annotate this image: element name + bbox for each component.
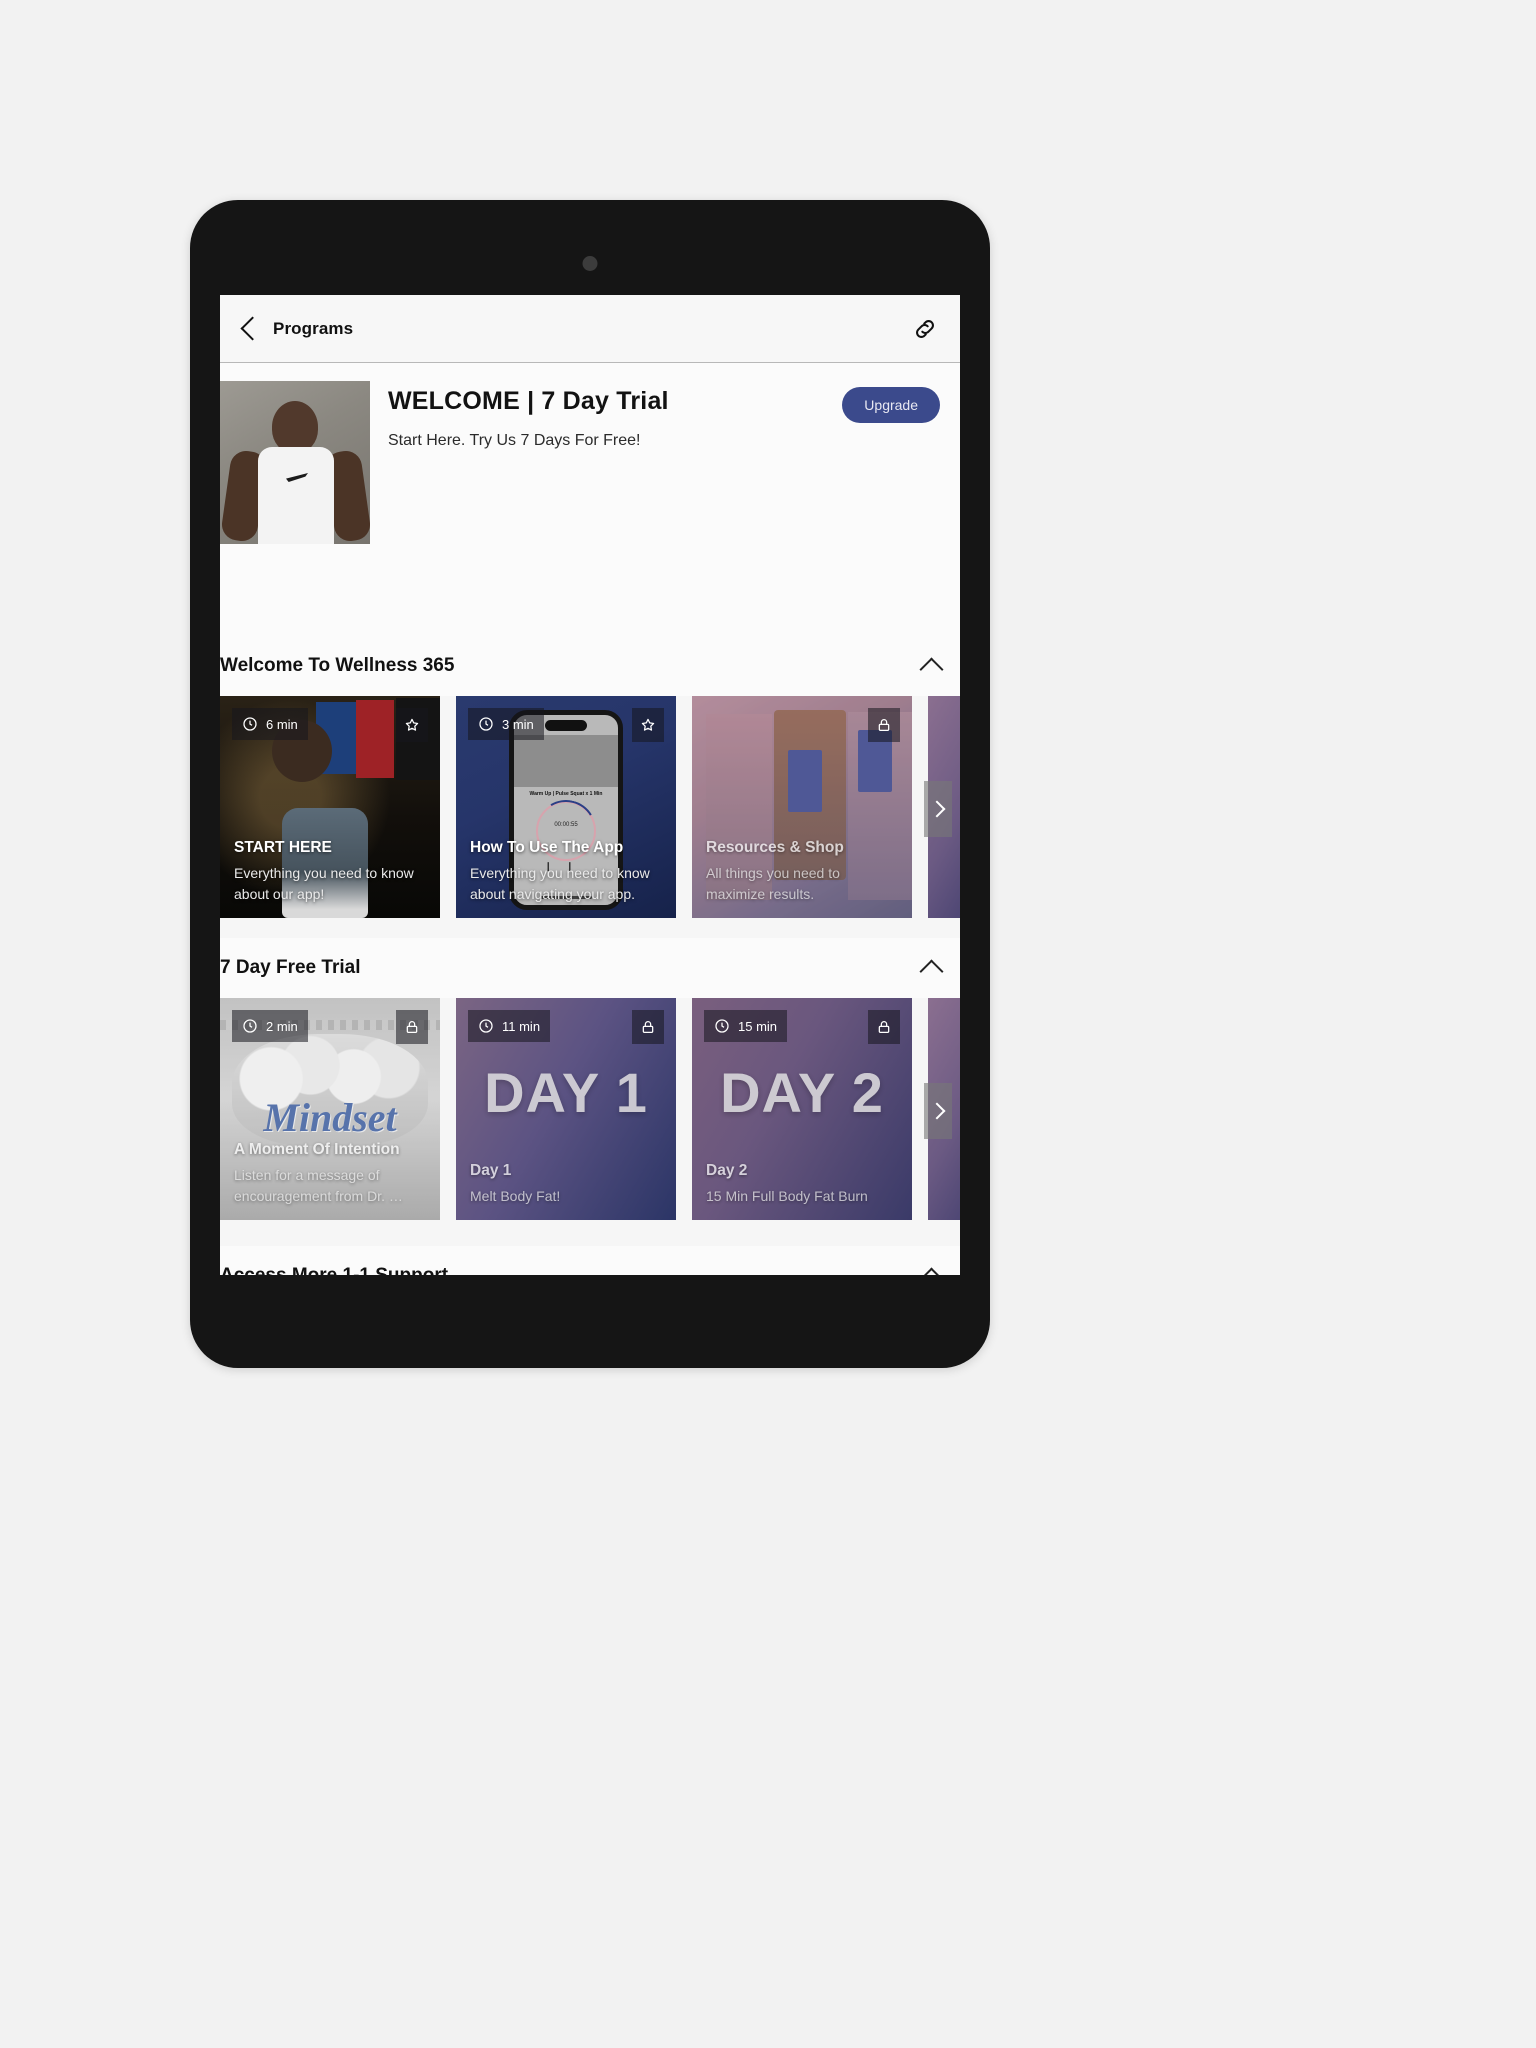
- clock-icon: [715, 1019, 729, 1033]
- duration-text: 6 min: [266, 716, 298, 732]
- nav-title: Programs: [273, 318, 354, 338]
- card-title: How To Use The App: [470, 839, 624, 857]
- section-header-welcome-to-wellness-365[interactable]: Welcome To Wellness 365: [220, 636, 960, 696]
- star-icon: [641, 718, 655, 731]
- page-title: WELCOME | 7 Day Trial: [388, 387, 669, 415]
- favorite-badge[interactable]: [632, 708, 664, 742]
- section-title: Welcome To Wellness 365: [220, 655, 455, 676]
- card-title: Resources & Shop: [706, 839, 844, 857]
- hero-spacer: [220, 544, 960, 636]
- duration-badge: 3 min: [468, 708, 544, 740]
- back-button[interactable]: Programs: [240, 316, 354, 341]
- card-rail-wrapper: Mindset 2 min A Moment Of Intention List…: [220, 998, 960, 1224]
- duration-badge: 15 min: [704, 1010, 788, 1042]
- card-subtitle: All things you need to maximize results.: [706, 865, 840, 902]
- lock-icon: [642, 1021, 654, 1033]
- clock-icon: [479, 717, 493, 731]
- lock-badge: [632, 1010, 664, 1044]
- card-subtitle: 15 Min Full Body Fat Burn: [706, 1187, 868, 1204]
- card-a-moment-of-intention[interactable]: Mindset 2 min A Moment Of Intention List…: [220, 998, 440, 1220]
- front-camera: [582, 256, 598, 271]
- card-badges: 6 min: [232, 708, 428, 742]
- chevron-left-icon: [240, 316, 265, 341]
- duration-text: 15 min: [738, 1018, 778, 1034]
- card-rail-wrapper: 6 min START HERE Everything you need to …: [220, 696, 960, 922]
- duration-text: 3 min: [502, 716, 534, 732]
- lock-icon: [878, 1021, 890, 1033]
- card-title: Day 2: [706, 1161, 748, 1179]
- duration-badge: 6 min: [232, 708, 308, 740]
- thumbnail-art: [258, 447, 334, 544]
- rail-next-button-section-2[interactable]: [924, 1083, 952, 1139]
- app-screen: Programs WELCOME | 7 Day Trial Start Her…: [220, 295, 960, 1275]
- card-caption: Resources & Shop All things you need to …: [706, 839, 898, 904]
- chevron-up-icon[interactable]: [919, 958, 944, 984]
- clock-icon: [479, 1019, 493, 1033]
- section-header-access-more-1-1-support[interactable]: Access More 1-1 Support: [220, 1246, 960, 1275]
- card-subtitle: Everything you need to know about naviga…: [470, 865, 650, 902]
- card-badges: 11 min: [468, 1010, 664, 1044]
- duration-text: 11 min: [502, 1018, 541, 1034]
- card-rail[interactable]: 6 min START HERE Everything you need to …: [220, 696, 960, 922]
- card-subtitle: Listen for a message of encouragement fr…: [234, 1167, 403, 1204]
- link-icon[interactable]: [912, 316, 938, 342]
- thumbnail-art: [272, 401, 318, 453]
- artwork-text: DAY 2: [720, 1061, 884, 1124]
- favorite-badge[interactable]: [396, 708, 428, 742]
- lock-icon: [878, 719, 890, 731]
- card-title: A Moment Of Intention: [234, 1141, 400, 1159]
- top-navigation-bar: Programs: [220, 295, 960, 363]
- card-day-2[interactable]: DAY 2 15 min Day 2 15 Min Full Body Fat …: [692, 998, 912, 1220]
- section-title: 7 Day Free Trial: [220, 957, 361, 978]
- card-title: Day 1: [470, 1161, 512, 1179]
- card-badges: [704, 708, 900, 742]
- card-caption: A Moment Of Intention Listen for a messa…: [234, 1141, 426, 1206]
- card-badges: 15 min: [704, 1010, 900, 1044]
- star-icon: [405, 718, 419, 731]
- lock-icon: [406, 1021, 418, 1033]
- page-subtitle: Start Here. Try Us 7 Days For Free!: [388, 432, 641, 449]
- card-caption: Day 1 Melt Body Fat!: [470, 1162, 662, 1206]
- artwork-text: Mindset: [263, 1095, 397, 1140]
- card-resources-and-shop[interactable]: Resources & Shop All things you need to …: [692, 696, 912, 918]
- upgrade-button[interactable]: Upgrade: [842, 387, 940, 423]
- card-day-1[interactable]: DAY 1 11 min Day 1 Melt Body Fat!: [456, 998, 676, 1220]
- card-caption: Day 2 15 Min Full Body Fat Burn: [706, 1162, 898, 1206]
- section-title: Access More 1-1 Support: [220, 1265, 923, 1275]
- chevron-up-icon[interactable]: [919, 1266, 944, 1275]
- tablet-frame: Programs WELCOME | 7 Day Trial Start Her…: [190, 200, 990, 1368]
- card-badges: 3 min: [468, 708, 664, 742]
- lock-badge: [396, 1010, 428, 1044]
- chevron-up-icon[interactable]: [919, 656, 944, 682]
- rail-next-button-section-1[interactable]: [924, 781, 952, 837]
- card-subtitle: Melt Body Fat!: [470, 1187, 561, 1204]
- card-badges: 2 min: [232, 1010, 428, 1044]
- card-rail[interactable]: Mindset 2 min A Moment Of Intention List…: [220, 998, 960, 1224]
- lock-badge: [868, 708, 900, 742]
- card-subtitle: Everything you need to know about our ap…: [234, 865, 414, 902]
- duration-badge: 2 min: [232, 1010, 308, 1042]
- chevron-right-icon: [928, 1102, 945, 1120]
- card-how-to-use-the-app[interactable]: Warm Up | Pulse Squat x 1 Min 00:00:55 ❙…: [456, 696, 676, 918]
- program-info: WELCOME | 7 Day Trial Start Here. Try Us…: [370, 381, 842, 544]
- artwork-text: DAY 1: [484, 1061, 648, 1124]
- section-header-7-day-free-trial[interactable]: 7 Day Free Trial: [220, 938, 960, 998]
- clock-icon: [243, 1019, 257, 1033]
- chevron-right-icon: [928, 800, 945, 818]
- lock-badge: [868, 1010, 900, 1044]
- duration-text: 2 min: [266, 1018, 298, 1034]
- clock-icon: [243, 717, 257, 731]
- card-caption: START HERE Everything you need to know a…: [234, 839, 426, 904]
- program-hero: WELCOME | 7 Day Trial Start Here. Try Us…: [220, 363, 960, 544]
- program-thumbnail: [220, 381, 370, 544]
- card-caption: How To Use The App Everything you need t…: [470, 839, 662, 904]
- card-start-here[interactable]: 6 min START HERE Everything you need to …: [220, 696, 440, 918]
- duration-badge: 11 min: [468, 1010, 551, 1042]
- card-title: START HERE: [234, 839, 332, 857]
